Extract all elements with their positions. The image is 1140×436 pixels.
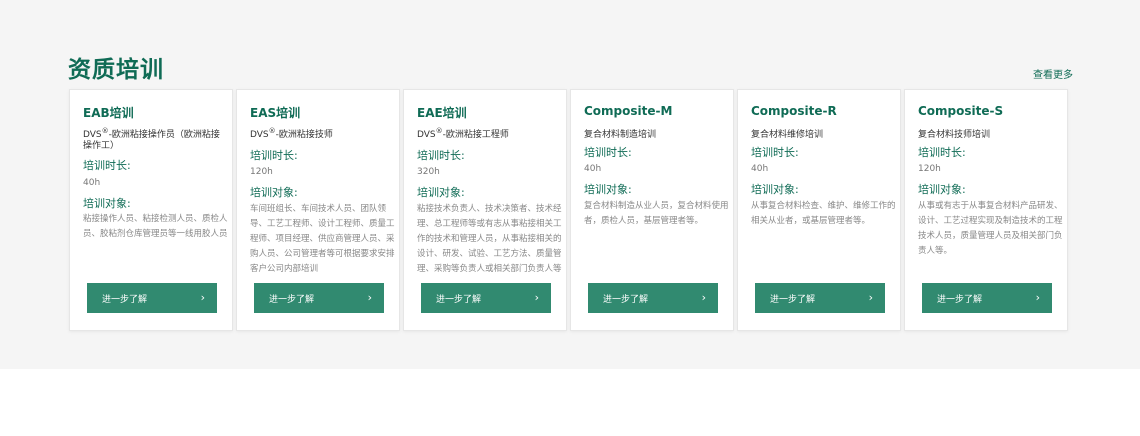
duration-value: 120h [918,164,941,174]
audience-text: 粘接技术负责人、技术决策者、技术经理、总工程师等或有志从事粘接相关工作的技术和管… [417,204,562,274]
chevron-right-icon: › [367,291,372,304]
audience-label: 培训对象: [584,183,632,196]
duration-label: 培训时长: [751,146,799,159]
duration-value: 320h [417,167,440,177]
learn-more-button[interactable]: 进一步了解 › [421,283,551,313]
card-title: EAB培训 [83,106,134,120]
chevron-right-icon: › [1035,291,1040,304]
audience-text: 复合材料制造从业人员，复合材料使用者，质检人员，基层管理者等。 [584,201,729,226]
training-card-composite-r: Composite-R 复合材料维修培训 培训时长: 40h 培训对象: 从事复… [737,89,901,331]
duration-label: 培训时长: [918,146,966,159]
audience-text: 车间班组长、车间技术人员、团队领导、工艺工程师、设计工程师、质量工程师、项目经理… [250,204,395,274]
card-title: Composite-R [751,104,837,118]
audience-label: 培训对象: [250,186,298,199]
card-title: Composite-M [584,104,673,118]
duration-label: 培训时长: [250,149,298,162]
audience-text: 从事或有志于从事复合材料产品研发、设计、工艺过程实现及制造技术的工程技术人员，质… [918,201,1063,256]
audience-text: 从事复合材料检查、维护、维修工作的相关从业者，或基层管理者等。 [751,201,896,226]
card-subtitle: DVS®-欧洲粘接工程师 [417,127,509,140]
section-title: 资质培训 [68,57,164,83]
card-subtitle: DVS®-欧洲粘接操作员（欧洲粘接操作工） [83,127,220,151]
card-subtitle: 复合材料技师培训 [918,130,991,140]
card-subtitle: 复合材料制造培训 [584,130,657,140]
chevron-right-icon: › [868,291,873,304]
card-title: EAS培训 [250,106,301,120]
chevron-right-icon: › [200,291,205,304]
audience-label: 培训对象: [751,183,799,196]
training-card-eas: EAS培训 DVS®-欧洲粘接技师 培训时长: 120h 培训对象: 车间班组长… [236,89,400,331]
duration-value: 40h [751,164,769,174]
training-card-eab: EAB培训 DVS®-欧洲粘接操作员（欧洲粘接操作工） 培训时长: 40h 培训… [69,89,233,331]
card-title: EAE培训 [417,106,467,120]
view-more-link[interactable]: 查看更多 [1033,66,1073,81]
duration-value: 40h [584,164,602,174]
chevron-right-icon: › [701,291,706,304]
chevron-right-icon: › [534,291,539,304]
audience-label: 培训对象: [918,183,966,196]
duration-label: 培训时长: [417,149,465,162]
audience-label: 培训对象: [83,197,131,210]
learn-more-button[interactable]: 进一步了解 › [755,283,885,313]
card-subtitle: DVS®-欧洲粘接技师 [250,127,333,140]
audience-label: 培训对象: [417,186,465,199]
training-card-composite-m: Composite-M 复合材料制造培训 培训时长: 40h 培训对象: 复合材… [570,89,734,331]
duration-value: 40h [83,178,101,188]
learn-more-button[interactable]: 进一步了解 › [588,283,718,313]
card-title: Composite-S [918,104,1004,118]
duration-value: 120h [250,167,273,177]
training-card-composite-s: Composite-S 复合材料技师培训 培训时长: 120h 培训对象: 从事… [904,89,1068,331]
training-card-eae: EAE培训 DVS®-欧洲粘接工程师 培训时长: 320h 培训对象: 粘接技术… [403,89,567,331]
learn-more-button[interactable]: 进一步了解 › [254,283,384,313]
duration-label: 培训时长: [83,159,131,172]
card-subtitle: 复合材料维修培训 [751,130,824,140]
duration-label: 培训时长: [584,146,632,159]
learn-more-button[interactable]: 进一步了解 › [87,283,217,313]
learn-more-button[interactable]: 进一步了解 › [922,283,1052,313]
